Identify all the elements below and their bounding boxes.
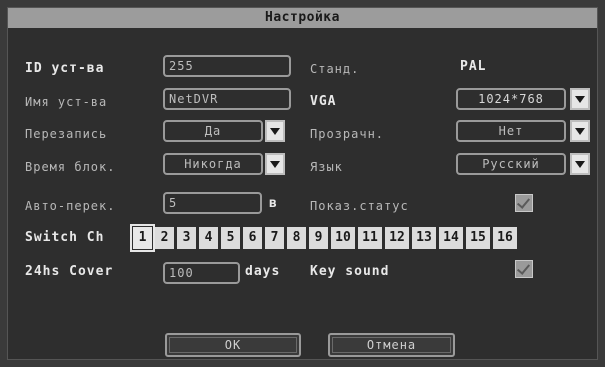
lock-time-select[interactable]: Никогда <box>163 153 263 175</box>
cover-24hs-label: 24hs Cover <box>25 264 114 279</box>
transparency-dropdown-icon[interactable] <box>570 120 590 142</box>
lock-time-label: Время блок. <box>25 160 116 174</box>
channel-button-16[interactable]: 16 <box>493 227 517 249</box>
channel-button-3[interactable]: 3 <box>177 227 196 249</box>
channel-button-7[interactable]: 7 <box>265 227 284 249</box>
channel-button-1[interactable]: 1 <box>130 224 155 252</box>
device-id-input[interactable]: 255 <box>163 55 291 77</box>
settings-dialog: Настройка <box>7 7 598 360</box>
show-status-checkbox[interactable] <box>515 194 533 212</box>
cover-24hs-input[interactable]: 100 <box>163 262 240 284</box>
key-sound-label: Key sound <box>310 264 390 279</box>
channel-button-9[interactable]: 9 <box>309 227 328 249</box>
language-label: Язык <box>310 160 343 174</box>
show-status-label: Показ.статус <box>310 199 409 213</box>
ok-button[interactable]: OK <box>165 333 301 357</box>
channel-button-14[interactable]: 14 <box>439 227 463 249</box>
device-name-label: Имя уст-ва <box>25 95 108 109</box>
channel-button-6[interactable]: 6 <box>243 227 262 249</box>
switch-ch-label: Switch Ch <box>25 230 105 245</box>
standard-value: PAL <box>460 59 487 74</box>
vga-label: VGA <box>310 94 337 109</box>
lock-time-dropdown-icon[interactable] <box>265 153 285 175</box>
channel-button-8[interactable]: 8 <box>287 227 306 249</box>
channel-button-10[interactable]: 10 <box>331 227 355 249</box>
channel-button-15[interactable]: 15 <box>466 227 490 249</box>
auto-switch-label: Авто-перек. <box>25 199 116 213</box>
transparency-label: Прозрачн. <box>310 127 385 141</box>
overwrite-label: Перезапись <box>25 127 108 141</box>
dialog-title: Настройка <box>8 8 597 28</box>
channel-button-5[interactable]: 5 <box>221 227 240 249</box>
channel-button-12[interactable]: 12 <box>385 227 409 249</box>
channel-button-13[interactable]: 13 <box>412 227 436 249</box>
vga-dropdown-icon[interactable] <box>570 88 590 110</box>
channel-button-2[interactable]: 2 <box>155 227 174 249</box>
vga-select[interactable]: 1024*768 <box>456 88 566 110</box>
device-name-input[interactable]: NetDVR <box>163 88 291 110</box>
transparency-select[interactable]: Нет <box>456 120 566 142</box>
channel-button-4[interactable]: 4 <box>199 227 218 249</box>
standard-label: Станд. <box>310 62 360 76</box>
overwrite-select[interactable]: Да <box>163 120 263 142</box>
device-id-label: ID уст-ва <box>25 61 105 76</box>
language-select[interactable]: Русский <box>456 153 566 175</box>
days-label: days <box>245 264 281 279</box>
channel-button-11[interactable]: 11 <box>358 227 382 249</box>
auto-switch-input[interactable]: 5 <box>163 192 262 214</box>
overwrite-dropdown-icon[interactable] <box>265 120 285 142</box>
cancel-button[interactable]: Отмена <box>328 333 455 357</box>
key-sound-checkbox[interactable] <box>515 260 533 278</box>
auto-switch-unit: в <box>269 196 278 211</box>
language-dropdown-icon[interactable] <box>570 153 590 175</box>
